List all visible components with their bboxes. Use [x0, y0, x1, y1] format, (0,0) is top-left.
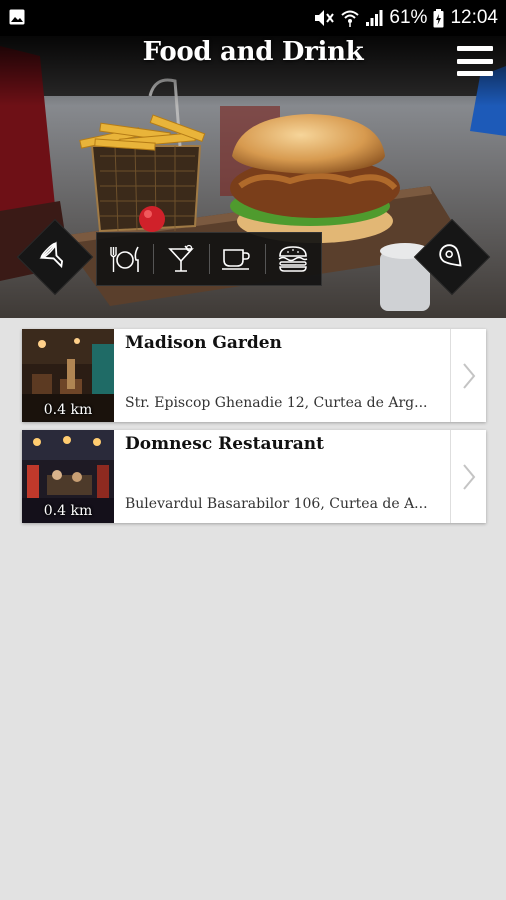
open-details-button[interactable]: [450, 329, 486, 422]
category-bars[interactable]: [153, 232, 209, 286]
fork-plate-knife-icon: [110, 246, 139, 272]
place-address: Str. Episcop Ghenadie 12, Curtea de Arg.…: [125, 395, 428, 411]
category-cafes[interactable]: [209, 232, 265, 286]
place-thumbnail: 0.4 km: [22, 430, 114, 523]
list-item[interactable]: 0.4 km Madison Garden Str. Episcop Ghena…: [22, 329, 486, 422]
chevron-right-icon: [462, 463, 475, 490]
wifi-icon: [341, 10, 360, 27]
status-bar: 61% 12:04: [0, 0, 506, 36]
coffee-cup-icon: [222, 249, 250, 270]
battery-icon: [433, 8, 444, 27]
mute-icon: [315, 10, 335, 26]
place-name: Domnesc Restaurant: [125, 434, 325, 454]
header-hero: Food and Drink: [0, 36, 506, 318]
open-details-button[interactable]: [450, 430, 486, 523]
burger-icon: [278, 246, 308, 272]
battery-percent: 61%: [389, 7, 428, 28]
place-name: Madison Garden: [125, 333, 282, 353]
place-address: Bulevardul Basarabilor 106, Curtea de A.…: [125, 496, 428, 512]
category-fast-food[interactable]: [265, 232, 321, 286]
page-title: Food and Drink: [142, 37, 364, 67]
place-thumbnail: 0.4 km: [22, 329, 114, 422]
hamburger-menu-icon[interactable]: [457, 46, 493, 76]
places-list: 0.4 km Madison Garden Str. Episcop Ghena…: [22, 329, 486, 531]
signal-icon: [366, 10, 383, 26]
category-filter-bar: [96, 232, 322, 286]
distance-label: 0.4 km: [43, 402, 93, 418]
chevron-right-icon: [462, 362, 475, 389]
gallery-icon: [9, 9, 25, 25]
distance-label: 0.4 km: [43, 503, 93, 519]
category-restaurants[interactable]: [97, 232, 153, 286]
clock: 12:04: [450, 7, 498, 28]
list-item[interactable]: 0.4 km Domnesc Restaurant Bulevardul Bas…: [22, 430, 486, 523]
cocktail-icon: [168, 244, 194, 272]
